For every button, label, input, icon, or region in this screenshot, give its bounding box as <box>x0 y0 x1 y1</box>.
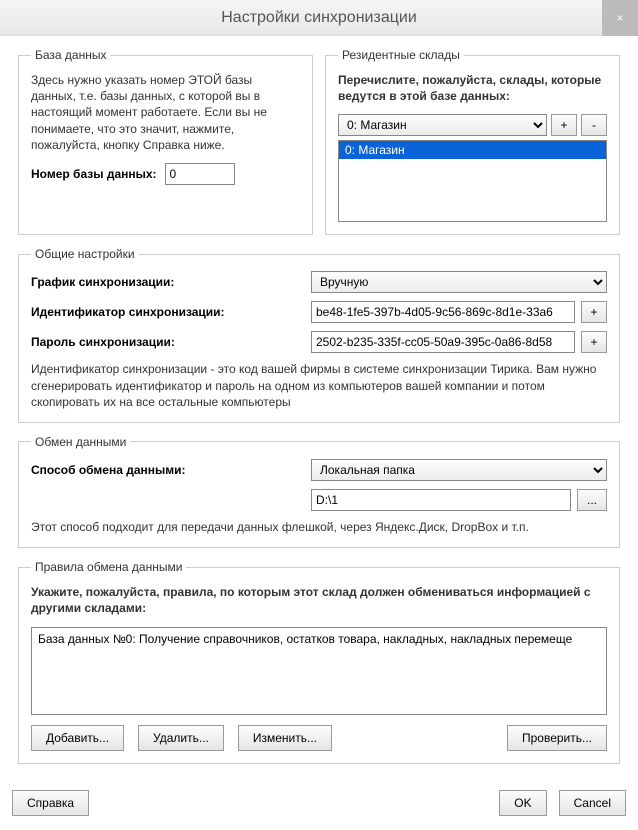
ok-button[interactable]: OK <box>499 790 546 816</box>
resident-group: Резидентные склады Перечислите, пожалуйс… <box>325 48 620 235</box>
database-group: База данных Здесь нужно указать номер ЭТ… <box>18 48 313 235</box>
database-number-input[interactable] <box>165 163 235 185</box>
rules-group: Правила обмена данными Укажите, пожалуйс… <box>18 560 620 763</box>
common-legend: Общие настройки <box>31 247 139 261</box>
rules-edit-button[interactable]: Изменить... <box>238 725 332 751</box>
resident-desc: Перечислите, пожалуйста, склады, которые… <box>338 72 607 104</box>
exchange-group: Обмен данными Способ обмена данными: Лок… <box>18 435 620 548</box>
database-number-label: Номер базы данных: <box>31 167 157 181</box>
browse-button[interactable]: ... <box>577 489 607 511</box>
database-legend: База данных <box>31 48 110 62</box>
rules-check-button[interactable]: Проверить... <box>507 725 607 751</box>
exchange-method-label: Способ обмена данными: <box>31 463 311 477</box>
close-icon: × <box>616 11 623 25</box>
rules-listbox[interactable]: База данных №0: Получение справочников, … <box>31 627 607 715</box>
window-title: Настройки синхронизации <box>221 9 417 27</box>
exchange-path-input[interactable] <box>311 489 571 511</box>
exchange-method-select[interactable]: Локальная папка <box>311 459 607 481</box>
common-group: Общие настройки График синхронизации: Вр… <box>18 247 620 423</box>
sync-pwd-input[interactable] <box>311 331 575 353</box>
resident-legend: Резидентные склады <box>338 48 464 62</box>
resident-listbox[interactable]: 0: Магазин <box>338 140 607 222</box>
rules-desc: Укажите, пожалуйста, правила, по которым… <box>31 584 607 616</box>
sync-id-generate-button[interactable]: + <box>581 301 607 323</box>
list-item[interactable]: 0: Магазин <box>339 141 606 159</box>
rules-add-button[interactable]: Добавить... <box>31 725 124 751</box>
help-button[interactable]: Справка <box>12 790 89 816</box>
list-item[interactable]: База данных №0: Получение справочников, … <box>38 632 600 646</box>
sync-pwd-label: Пароль синхронизации: <box>31 335 311 349</box>
sync-id-input[interactable] <box>311 301 575 323</box>
sync-pwd-generate-button[interactable]: + <box>581 331 607 353</box>
resident-remove-button[interactable]: - <box>581 114 607 136</box>
resident-add-button[interactable]: + <box>551 114 577 136</box>
schedule-label: График синхронизации: <box>31 275 311 289</box>
cancel-button[interactable]: Cancel <box>559 790 626 816</box>
rules-legend: Правила обмена данными <box>31 560 186 574</box>
rules-delete-button[interactable]: Удалить... <box>138 725 224 751</box>
titlebar: Настройки синхронизации × <box>0 0 638 36</box>
close-button[interactable]: × <box>602 0 638 36</box>
schedule-select[interactable]: Вручную <box>311 271 607 293</box>
resident-select[interactable]: 0: Магазин <box>338 114 547 136</box>
exchange-hint: Этот способ подходит для передачи данных… <box>31 519 607 535</box>
sync-id-label: Идентификатор синхронизации: <box>31 305 311 319</box>
exchange-legend: Обмен данными <box>31 435 130 449</box>
database-desc: Здесь нужно указать номер ЭТОЙ базы данн… <box>31 72 300 153</box>
common-hint: Идентификатор синхронизации - это код ва… <box>31 361 607 410</box>
